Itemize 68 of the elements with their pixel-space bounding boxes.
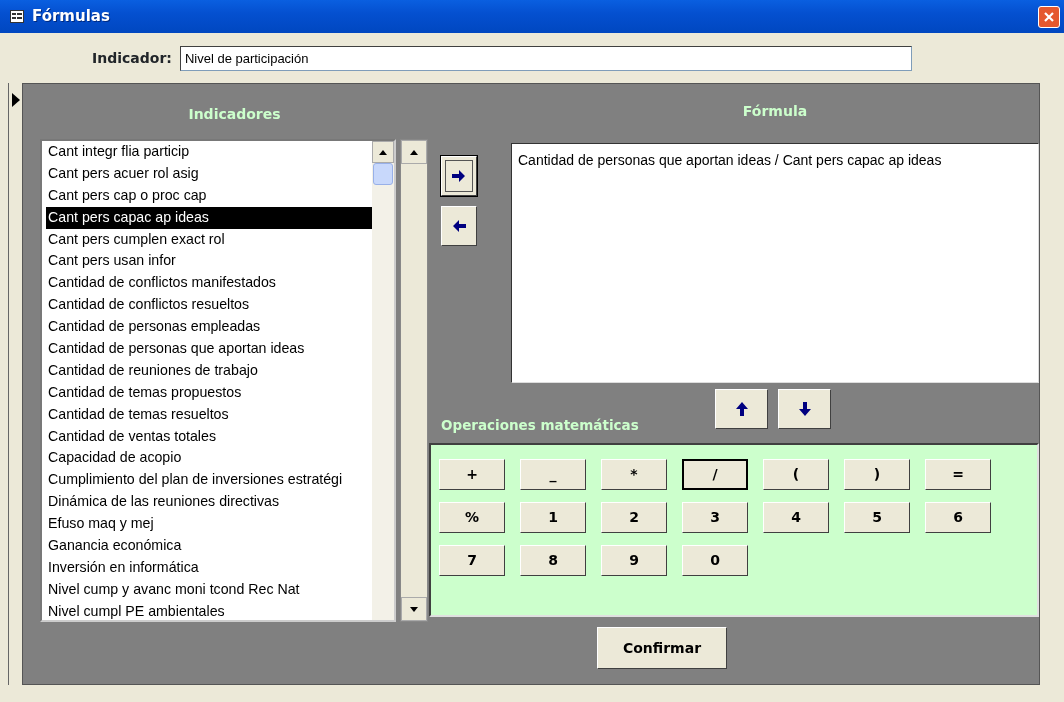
key-button[interactable]: 5: [844, 502, 910, 533]
up-triangle-icon: [378, 148, 388, 156]
list-item[interactable]: Nivel cumpl PE ambientales: [46, 600, 372, 620]
down-arrow-icon: [796, 401, 813, 417]
key-button[interactable]: 2: [601, 502, 667, 533]
move-down-button[interactable]: [778, 389, 831, 429]
key-button[interactable]: /: [682, 459, 748, 490]
list-item[interactable]: Cantidad de ventas totales: [46, 425, 372, 448]
key-button[interactable]: 7: [439, 545, 505, 576]
list-item[interactable]: Cant pers cap o proc cap: [46, 184, 372, 207]
scroll-thumb[interactable]: [373, 163, 393, 185]
close-icon: [1042, 9, 1056, 24]
list-item[interactable]: Cantidad de conflictos resueltos: [46, 294, 372, 317]
formula-heading: Fórmula: [741, 102, 809, 121]
indicator-list[interactable]: [40, 139, 396, 622]
list-item[interactable]: Cant pers acuer rol asig: [46, 162, 372, 185]
list-item[interactable]: Cantidad de personas que aportan ideas: [46, 338, 372, 360]
key-button[interactable]: 0: [682, 545, 748, 576]
move-up-button[interactable]: [715, 389, 768, 429]
scroll-up-button[interactable]: [401, 140, 427, 164]
list-item[interactable]: Dinámica de las reuniones directivas: [46, 491, 372, 514]
record-pointer-icon: [11, 93, 20, 107]
up-triangle-icon: [409, 148, 419, 156]
operations-heading: Operaciones matemáticas: [441, 415, 639, 435]
indicator-field[interactable]: Nivel de participación: [179, 45, 912, 71]
confirm-button[interactable]: Confirmar: [597, 627, 727, 669]
right-arrow-icon: [451, 168, 467, 184]
key-button[interactable]: (: [763, 459, 829, 490]
list-item[interactable]: Capacidad de acopio: [46, 447, 372, 470]
list-item[interactable]: Cumplimiento del plan de inversiones estratégi: [46, 469, 372, 492]
list-item[interactable]: Cantidad de temas resueltos: [46, 403, 372, 426]
list-item[interactable]: Cant pers capac ap ideas: [46, 206, 372, 229]
formula-field[interactable]: Cantidad de personas que aportan ideas / Cant pers capac ap ideas: [511, 143, 1039, 383]
list-item[interactable]: Inversión en informática: [46, 556, 372, 579]
key-button[interactable]: 8: [520, 545, 586, 576]
form-icon: [10, 10, 24, 23]
add-button[interactable]: [441, 156, 477, 196]
key-button[interactable]: 4: [763, 502, 829, 533]
list-item[interactable]: Efuso maq y mej: [46, 513, 372, 536]
list-item[interactable]: Ganancia económica: [46, 535, 372, 557]
key-button[interactable]: 1: [520, 502, 586, 533]
key-button[interactable]: %: [439, 502, 505, 533]
key-button[interactable]: +: [439, 459, 505, 490]
list-item[interactable]: Cantidad de conflictos manifestados: [46, 272, 372, 295]
key-button[interactable]: 9: [601, 545, 667, 576]
indicator-label: Indicador:: [92, 48, 172, 68]
window-title: Fórmulas: [32, 6, 110, 28]
list-item[interactable]: Nivel cump y avanc moni tcond Rec Nat: [46, 578, 372, 601]
list-item[interactable]: Cant pers cumplen exact rol: [46, 228, 372, 251]
down-triangle-icon: [409, 605, 419, 613]
key-button[interactable]: 6: [925, 502, 991, 533]
up-arrow-icon: [733, 401, 750, 417]
key-button[interactable]: *: [601, 459, 667, 490]
list-item[interactable]: Cantidad de reuniones de trabajo: [46, 359, 372, 382]
key-button[interactable]: ): [844, 459, 910, 490]
left-arrow-icon: [451, 218, 467, 234]
key-button[interactable]: 3: [682, 502, 748, 533]
key-button[interactable]: =: [925, 459, 991, 490]
list-item[interactable]: Cantidad de temas propuestos: [46, 381, 372, 404]
key-button[interactable]: _: [520, 459, 586, 490]
list-heading: Indicadores: [187, 105, 282, 124]
remove-button[interactable]: [441, 206, 477, 246]
scroll-down-button[interactable]: [401, 597, 427, 621]
close-button[interactable]: [1038, 5, 1060, 28]
scroll-up-button[interactable]: [372, 141, 394, 163]
list-item[interactable]: Cantidad de personas empleadas: [46, 316, 372, 338]
list-item[interactable]: Cant integr flia particip: [46, 141, 372, 163]
list-item[interactable]: Cant pers usan infor: [46, 250, 372, 273]
